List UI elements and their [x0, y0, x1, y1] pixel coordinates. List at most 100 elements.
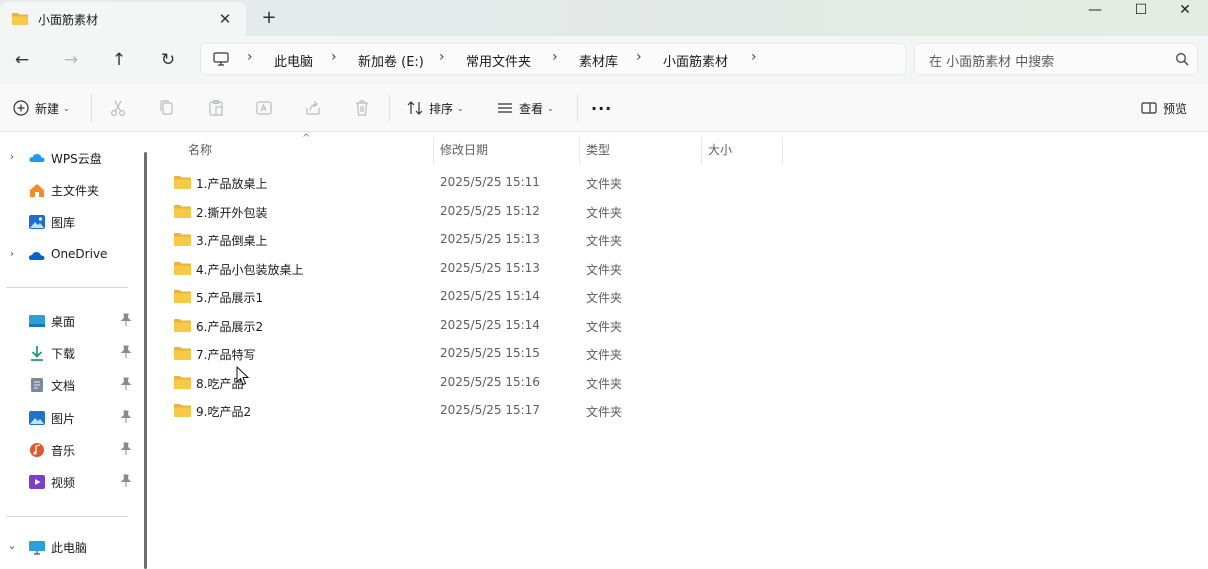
file-row[interactable]: 5.产品展示1 2025/5/25 15:14 文件夹: [170, 282, 770, 310]
folder-icon: [174, 347, 191, 360]
folder-icon: [174, 375, 191, 389]
collapse-chevron-icon[interactable]: ⌄: [6, 539, 18, 552]
preview-pane-button[interactable]: 预览: [1139, 96, 1187, 120]
paste-icon[interactable]: [206, 98, 226, 118]
sidebar-item-videos[interactable]: 视频: [0, 470, 140, 494]
sidebar-item-this-pc[interactable]: ⌄ 此电脑: [0, 535, 140, 559]
sort-button[interactable]: 排序 ⌄: [405, 96, 464, 120]
back-button[interactable]: ←: [10, 48, 34, 72]
file-row[interactable]: 7.产品特写 2025/5/25 15:15 文件夹: [170, 339, 770, 367]
new-button[interactable]: 新建 ⌄: [11, 96, 70, 120]
column-header-size[interactable]: 大小: [708, 141, 732, 158]
file-modified-date: 2025/5/25 15:14: [440, 317, 540, 332]
pin-icon: [120, 377, 132, 390]
sidebar-item-pictures[interactable]: 图片: [0, 406, 140, 430]
view-button[interactable]: 查看 ⌄: [495, 96, 554, 120]
tab-close-icon[interactable]: ✕: [216, 10, 234, 28]
sidebar-item-onedrive[interactable]: › OneDrive: [0, 243, 140, 267]
breadcrumb-item[interactable]: 常用文件夹: [466, 51, 531, 70]
this-pc-icon: [29, 541, 45, 555]
preview-button-label: 预览: [1163, 101, 1188, 116]
breadcrumb-separator-icon[interactable]: ›: [331, 49, 337, 65]
new-tab-button[interactable]: +: [259, 9, 279, 27]
folder-icon: [12, 13, 28, 25]
sidebar-item-label: 音乐: [51, 444, 76, 458]
file-row[interactable]: 9.吃产品2 2025/5/25 15:17 文件夹: [170, 396, 770, 424]
wps-cloud-icon: [29, 154, 45, 162]
sidebar-item-home[interactable]: 主文件夹: [0, 178, 140, 202]
expand-chevron-icon[interactable]: ›: [6, 150, 18, 163]
mouse-cursor-icon: [236, 366, 250, 386]
breadcrumb-separator-icon[interactable]: ›: [552, 49, 558, 65]
column-header-name[interactable]: 名称: [188, 141, 212, 158]
maximize-button[interactable]: ☐: [1118, 0, 1164, 22]
delete-icon[interactable]: [352, 98, 372, 118]
file-modified-date: 2025/5/25 15:11: [440, 175, 540, 189]
folder-icon: [174, 404, 191, 417]
sidebar-item-label: 桌面: [51, 315, 76, 329]
forward-button[interactable]: →: [59, 48, 83, 72]
column-divider[interactable]: [579, 137, 580, 164]
breadcrumb-separator-icon[interactable]: ›: [751, 49, 757, 65]
address-bar[interactable]: › 此电脑 › 新加卷 (E:) › 常用文件夹 › 素材库 › 小面筋素材 ›: [200, 43, 906, 75]
file-type: 文件夹: [586, 291, 623, 305]
file-name: 6.产品展示2: [196, 319, 264, 334]
copy-icon[interactable]: [157, 98, 177, 118]
file-row[interactable]: 2.撕开外包装 2025/5/25 15:12 文件夹: [170, 197, 770, 225]
gallery-icon: [29, 215, 45, 229]
sidebar-item-wps-cloud[interactable]: › WPS云盘: [0, 146, 140, 170]
folder-icon: [174, 176, 191, 189]
file-row[interactable]: 4.产品小包装放桌上 2025/5/25 15:13 文件夹: [170, 254, 770, 282]
file-name: 2.撕开外包装: [196, 205, 268, 220]
sidebar-item-label: 主文件夹: [51, 184, 100, 198]
breadcrumb-item[interactable]: 新加卷 (E:): [358, 51, 424, 70]
search-icon: [1176, 53, 1189, 66]
up-button[interactable]: ↑: [107, 48, 131, 72]
chevron-down-icon: ⌄: [63, 103, 70, 113]
tab-current[interactable]: 小面筋素材 ✕: [0, 2, 246, 36]
minimize-button[interactable]: —: [1072, 0, 1118, 22]
folder-icon: [174, 318, 191, 332]
file-type: 文件夹: [586, 262, 623, 277]
column-divider[interactable]: [782, 137, 783, 164]
cut-icon[interactable]: [108, 98, 128, 118]
file-modified-date: 2025/5/25 15:13: [440, 232, 540, 246]
breadcrumb-item[interactable]: 素材库: [579, 51, 618, 70]
sidebar-item-label: OneDrive: [51, 247, 108, 261]
column-header-type[interactable]: 类型: [586, 141, 610, 158]
breadcrumb-separator-icon[interactable]: ›: [439, 49, 445, 65]
folder-icon: [174, 261, 191, 275]
file-row[interactable]: 1.产品放桌上 2025/5/25 15:11 文件夹: [170, 168, 770, 196]
plus-circle-icon: [13, 100, 29, 116]
file-row[interactable]: 3.产品倒桌上 2025/5/25 15:13 文件夹: [170, 225, 770, 253]
column-divider[interactable]: [433, 137, 434, 164]
close-window-button[interactable]: ✕: [1162, 0, 1208, 22]
column-header-date[interactable]: 修改日期: [440, 141, 488, 158]
sidebar-item-label: 文档: [51, 379, 76, 393]
sidebar-item-desktop[interactable]: 桌面: [0, 309, 140, 333]
search-input[interactable]: 在 小面筋素材 中搜索: [929, 51, 1054, 70]
sidebar-item-downloads[interactable]: 下载: [0, 341, 140, 365]
column-divider[interactable]: [701, 137, 702, 164]
sidebar-item-music[interactable]: 音乐: [0, 438, 140, 462]
rename-icon[interactable]: [254, 98, 274, 118]
expand-chevron-icon[interactable]: ›: [6, 247, 18, 260]
breadcrumb-separator-icon[interactable]: ›: [636, 49, 642, 65]
sidebar-item-documents[interactable]: 文档: [0, 373, 140, 397]
breadcrumb-item-current[interactable]: 小面筋素材: [663, 51, 728, 70]
breadcrumb-separator-icon[interactable]: ›: [247, 49, 253, 65]
toolbar-divider: [91, 94, 92, 122]
share-icon[interactable]: [303, 98, 323, 118]
sidebar-item-label: 下载: [51, 347, 76, 361]
sidebar-item-gallery[interactable]: 图库: [0, 210, 140, 234]
file-row[interactable]: 6.产品展示2 2025/5/25 15:14 文件夹: [170, 311, 770, 339]
view-button-label: 查看: [519, 101, 544, 116]
refresh-button[interactable]: ↻: [156, 48, 180, 72]
more-options-button[interactable]: ···: [591, 96, 612, 120]
file-type: 文件夹: [586, 205, 623, 220]
file-row[interactable]: 8.吃产品 2025/5/25 15:16 文件夹: [170, 368, 770, 396]
file-modified-date: 2025/5/25 15:12: [440, 203, 540, 218]
sidebar-scrollbar[interactable]: [144, 152, 147, 569]
search-box[interactable]: 在 小面筋素材 中搜索: [914, 43, 1198, 75]
breadcrumb-item[interactable]: 此电脑: [274, 51, 313, 70]
